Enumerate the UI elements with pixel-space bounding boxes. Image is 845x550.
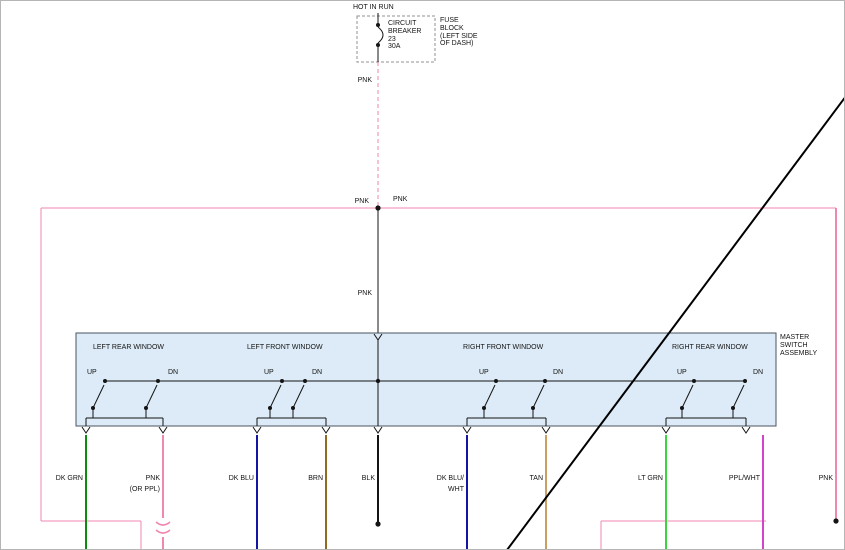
feed-wire-group <box>41 62 836 333</box>
pnk-label-top: PNK <box>339 77 372 85</box>
pnk-label-mid: PNK <box>339 290 372 298</box>
assembly-line-1: MASTER <box>780 334 817 342</box>
fuse-block-label: FUSE BLOCK (LEFT SIDE OF DASH) <box>440 17 478 48</box>
up-label-right-rear: UP <box>677 369 687 377</box>
pnk-label-junction-left: PNK <box>329 198 369 206</box>
pnk-label-junction-right: PNK <box>393 196 407 204</box>
breaker-rating: 30A <box>388 43 421 51</box>
fuse-block-line-2: BLOCK <box>440 25 478 33</box>
wire-label-lt-grn: LT GRN <box>593 475 663 483</box>
wire-label-dk-blu: DK BLU <box>184 475 254 483</box>
section-label-left-front: LEFT FRONT WINDOW <box>247 344 323 352</box>
wire-label-dk-blu-wht: DK BLU/ <box>394 475 464 483</box>
section-label-right-rear: RIGHT REAR WINDOW <box>672 344 748 352</box>
master-switch-assembly-label: MASTER SWITCH ASSEMBLY <box>780 334 817 357</box>
up-label-left-front: UP <box>264 369 274 377</box>
wire-label-blk: BLK <box>305 475 375 483</box>
dn-label-left-front: DN <box>312 369 322 377</box>
wire-label-wht: WHT <box>394 486 464 494</box>
section-label-right-front: RIGHT FRONT WINDOW <box>463 344 543 352</box>
dn-label-left-rear: DN <box>168 369 178 377</box>
breaker-number: 23 <box>388 36 421 44</box>
wiring-diagram <box>1 1 845 550</box>
wire-label-pnk-or-ppl: PNK <box>90 475 160 483</box>
wiring-diagram-canvas: HOT IN RUN CIRCUIT BREAKER 23 30A FUSE B… <box>0 0 845 550</box>
hot-in-run-label: HOT IN RUN <box>353 4 394 12</box>
wire-break-symbol <box>156 522 170 525</box>
section-label-left-rear: LEFT REAR WINDOW <box>93 344 164 352</box>
wire-label-ppl-wht: PPL/WHT <box>690 475 760 483</box>
fuse-block-line-4: OF DASH) <box>440 40 478 48</box>
dn-label-right-front: DN <box>553 369 563 377</box>
master-switch-box <box>76 333 776 426</box>
assembly-line-3: ASSEMBLY <box>780 350 817 358</box>
assembly-line-2: SWITCH <box>780 342 817 350</box>
breaker-line-1: CIRCUIT <box>388 20 421 28</box>
up-label-right-front: UP <box>479 369 489 377</box>
circuit-breaker-label: CIRCUIT BREAKER 23 30A <box>388 20 421 51</box>
breaker-element <box>378 27 383 43</box>
fuse-block-line-3: (LEFT SIDE <box>440 33 478 41</box>
dn-label-right-rear: DN <box>753 369 763 377</box>
wire-label-or-ppl: (OR PPL) <box>90 486 160 494</box>
wire-label-dk-grn: DK GRN <box>13 475 83 483</box>
wire-label-pnk-right: PNK <box>763 475 833 483</box>
up-label-left-rear: UP <box>87 369 97 377</box>
fuse-block-line-1: FUSE <box>440 17 478 25</box>
master-switch-box-group <box>76 333 776 433</box>
wire-label-tan: TAN <box>473 475 543 483</box>
breaker-line-2: BREAKER <box>388 28 421 36</box>
